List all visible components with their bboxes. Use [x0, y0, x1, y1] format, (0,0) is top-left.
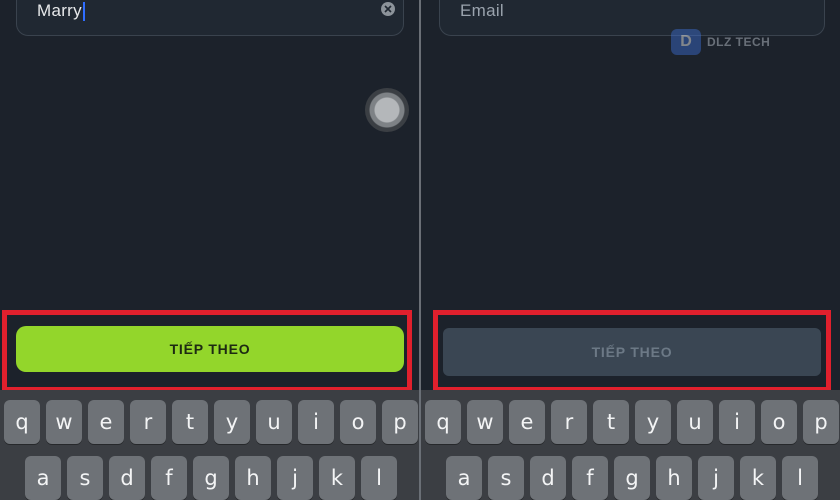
key-k[interactable]: k — [319, 456, 355, 500]
key-d[interactable]: d — [530, 456, 566, 500]
next-button[interactable]: TIẾP THEO — [16, 326, 404, 372]
clear-text-icon[interactable] — [381, 2, 395, 16]
name-input[interactable]: Marry — [16, 0, 404, 36]
key-y[interactable]: y — [635, 400, 671, 444]
key-r[interactable]: r — [551, 400, 587, 444]
watermark-text: DLZ TECH — [707, 35, 771, 49]
key-e[interactable]: e — [509, 400, 545, 444]
key-q[interactable]: q — [4, 400, 40, 444]
key-d[interactable]: d — [109, 456, 145, 500]
left-phone-screen: Marry TIẾP THEO q w e r t y u i o p a s … — [0, 0, 419, 500]
key-p[interactable]: p — [803, 400, 839, 444]
keyboard-row-2: a s d f g h j k l — [446, 456, 818, 500]
key-l[interactable]: l — [361, 456, 397, 500]
text-caret — [82, 1, 85, 21]
watermark-logo-icon: D — [671, 29, 701, 55]
key-w[interactable]: w — [46, 400, 82, 444]
key-j[interactable]: j — [698, 456, 734, 500]
key-a[interactable]: a — [446, 456, 482, 500]
key-w[interactable]: w — [467, 400, 503, 444]
key-i[interactable]: i — [719, 400, 755, 444]
key-e[interactable]: e — [88, 400, 124, 444]
key-h[interactable]: h — [235, 456, 271, 500]
on-screen-keyboard: q w e r t y u i o p a s d f g h j k l — [0, 390, 419, 500]
key-k[interactable]: k — [740, 456, 776, 500]
email-input-placeholder: Email — [460, 1, 505, 20]
key-s[interactable]: s — [488, 456, 524, 500]
key-p[interactable]: p — [382, 400, 418, 444]
keyboard-row-2: a s d f g h j k l — [25, 456, 397, 500]
key-a[interactable]: a — [25, 456, 61, 500]
keyboard-row-1: q w e r t y u i o p — [425, 400, 839, 444]
key-j[interactable]: j — [277, 456, 313, 500]
watermark: D DLZ TECH — [671, 26, 793, 58]
key-u[interactable]: u — [677, 400, 713, 444]
keyboard-row-1: q w e r t y u i o p — [4, 400, 418, 444]
key-t[interactable]: t — [593, 400, 629, 444]
key-g[interactable]: g — [614, 456, 650, 500]
next-button-disabled[interactable]: TIẾP THEO — [443, 328, 821, 376]
key-o[interactable]: o — [761, 400, 797, 444]
key-h[interactable]: h — [656, 456, 692, 500]
right-phone-screen: Email D DLZ TECH TIẾP THEO q w e r t y u… — [421, 0, 840, 500]
key-l[interactable]: l — [782, 456, 818, 500]
key-f[interactable]: f — [151, 456, 187, 500]
key-g[interactable]: g — [193, 456, 229, 500]
key-u[interactable]: u — [256, 400, 292, 444]
key-r[interactable]: r — [130, 400, 166, 444]
key-o[interactable]: o — [340, 400, 376, 444]
name-input-value: Marry — [37, 1, 82, 20]
key-f[interactable]: f — [572, 456, 608, 500]
key-i[interactable]: i — [298, 400, 334, 444]
key-t[interactable]: t — [172, 400, 208, 444]
key-q[interactable]: q — [425, 400, 461, 444]
on-screen-keyboard: q w e r t y u i o p a s d f g h j k l — [421, 390, 840, 500]
assistive-touch-button[interactable] — [365, 88, 409, 132]
key-y[interactable]: y — [214, 400, 250, 444]
key-s[interactable]: s — [67, 456, 103, 500]
